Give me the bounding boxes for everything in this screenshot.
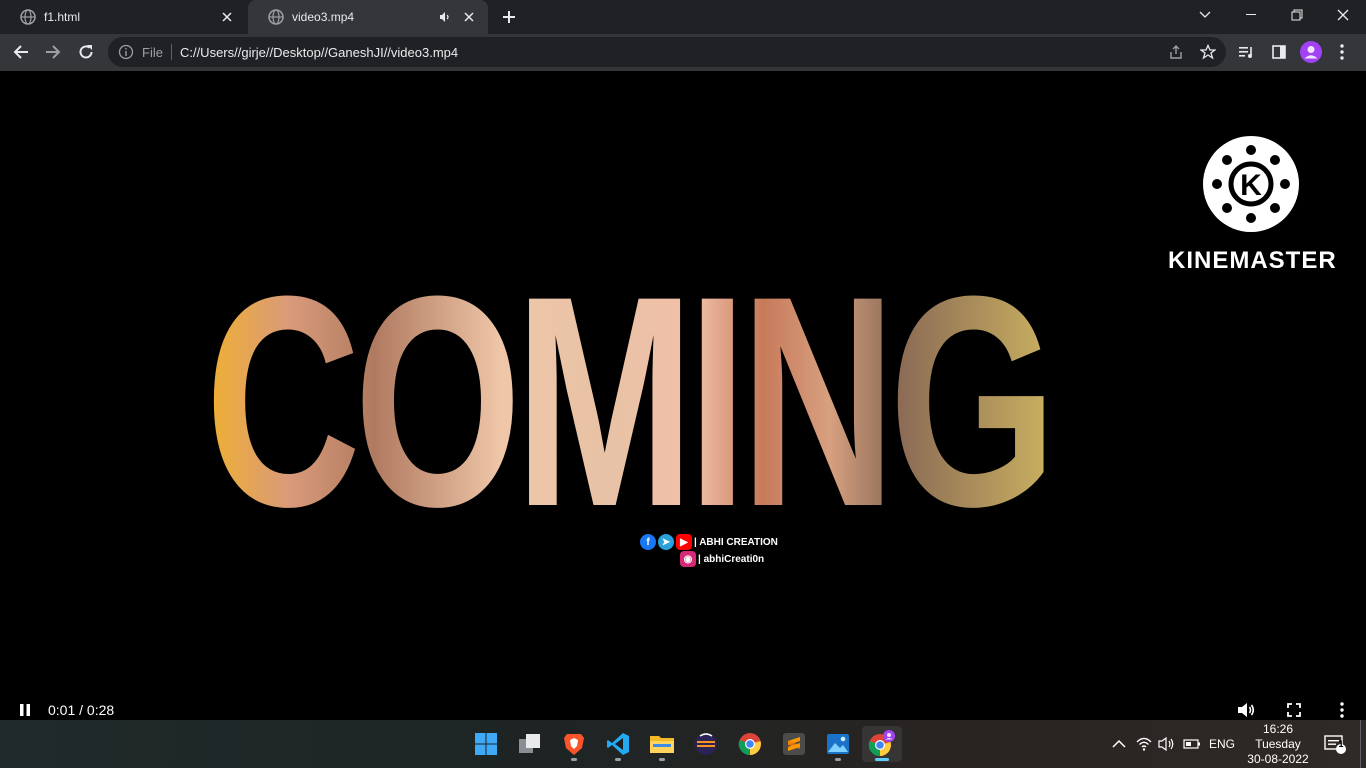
show-hidden-icons-button[interactable] [1112,720,1126,768]
close-window-button[interactable] [1320,0,1366,30]
notifications-button[interactable]: 1 [1324,720,1346,768]
show-desktop-divider[interactable] [1360,720,1361,768]
pause-button[interactable] [14,699,36,720]
credit-text: | abhiCreati0n [698,553,765,565]
time-display: 0:01 / 0:28 [48,702,115,718]
clock-time: 16:26 [1262,722,1294,736]
folder-icon [650,736,674,753]
address-bar[interactable]: File C://Users//girje//Desktop//GaneshJI… [108,37,1226,67]
new-tab-button[interactable] [497,7,521,27]
notification-count: 1 [1338,739,1344,749]
video-player[interactable]: COMING K KINEMASTER f ➤ ▶ | ABHI CREATIO… [0,71,1366,720]
bookmark-star-icon[interactable] [1200,44,1216,60]
back-button[interactable] [8,39,34,65]
clock[interactable]: 16:26 Tuesday 30-08-2022 [1238,722,1318,767]
tab-title: f1.html [44,10,81,24]
media-control-icon[interactable] [1236,41,1258,63]
chrome-profile-icon [868,730,895,757]
tab-search-button[interactable] [1182,0,1228,30]
more-options-button[interactable] [1331,699,1353,720]
active-indicator [875,758,889,761]
language-indicator[interactable]: ENG [1209,720,1235,768]
kinemaster-watermark: KINEMASTER [1168,247,1337,274]
wifi-icon[interactable] [1136,720,1152,768]
taskbar-chrome[interactable] [730,726,770,762]
taskbar-brave[interactable] [554,726,594,762]
running-indicator [615,758,621,761]
vscode-icon [607,733,629,755]
taskbar: ENG 16:26 Tuesday 30-08-2022 1 [0,720,1366,768]
taskbar-eclipse[interactable] [686,726,726,762]
sublime-icon [783,733,805,755]
info-icon[interactable] [118,44,134,60]
minimize-button[interactable] [1228,0,1274,30]
taskbar-chrome-profile[interactable] [862,726,902,762]
youtube-icon: ▶ [676,534,692,550]
svg-text:K: K [1240,169,1262,202]
running-indicator [571,758,577,761]
eclipse-icon [695,733,717,755]
tab-strip: f1.html video3.mp4 [0,0,1366,34]
photos-icon [827,734,849,754]
audio-playing-icon[interactable] [436,8,454,26]
taskbar-sublime-text[interactable] [774,726,814,762]
credit-text: | ABHI CREATION [694,536,778,548]
taskbar-photos[interactable] [818,726,858,762]
instagram-icon: ◉ [680,551,696,567]
chrome-icon [738,733,761,756]
credit-line-2: ◉ | abhiCreati0n [680,551,764,567]
profile-avatar[interactable] [1300,41,1322,63]
tab-f1-html[interactable]: f1.html [0,0,246,34]
volume-icon[interactable] [1158,720,1176,768]
globe-icon [20,9,36,25]
video-frame-coming-text: COMING [205,233,1057,569]
volume-button[interactable] [1235,699,1257,720]
browser-toolbar: File C://Users//girje//Desktop//GaneshJI… [0,34,1366,71]
url-text[interactable]: C://Users//girje//Desktop//GaneshJI//vid… [180,45,1168,60]
facebook-icon: f [640,534,656,550]
scheme-label: File [142,44,163,60]
fullscreen-button[interactable] [1283,699,1305,720]
start-button[interactable] [466,726,506,762]
side-panel-icon[interactable] [1268,41,1290,63]
telegram-icon: ➤ [658,534,674,550]
taskbar-file-explorer[interactable] [642,726,682,762]
tab-video3-mp4[interactable]: video3.mp4 [248,0,488,34]
tab-title: video3.mp4 [292,10,355,24]
forward-button[interactable] [40,39,66,65]
clock-date: 30-08-2022 [1247,752,1309,766]
running-indicator [659,758,665,761]
reload-button[interactable] [73,39,99,65]
globe-icon [268,9,284,25]
windows-logo-icon [475,733,497,755]
restore-button[interactable] [1274,0,1320,30]
clock-day: Tuesday [1255,737,1301,751]
taskbar-vscode[interactable] [598,726,638,762]
kinemaster-logo-icon: K [1203,136,1299,232]
credit-line-1: f ➤ ▶ | ABHI CREATION [640,534,778,550]
video-controls: 0:01 / 0:28 [0,691,1366,720]
address-separator [170,44,172,60]
close-tab-icon[interactable] [218,8,236,26]
share-icon[interactable] [1168,44,1184,60]
close-tab-icon[interactable] [460,8,478,26]
battery-icon[interactable] [1183,720,1201,768]
menu-kebab-icon[interactable] [1331,41,1353,63]
browser-window-chrome: f1.html video3.mp4 File C://Users//girje… [0,0,1366,71]
running-indicator [835,758,841,761]
task-view-button[interactable] [510,726,550,762]
brave-icon [564,734,584,755]
task-view-icon [519,734,540,753]
